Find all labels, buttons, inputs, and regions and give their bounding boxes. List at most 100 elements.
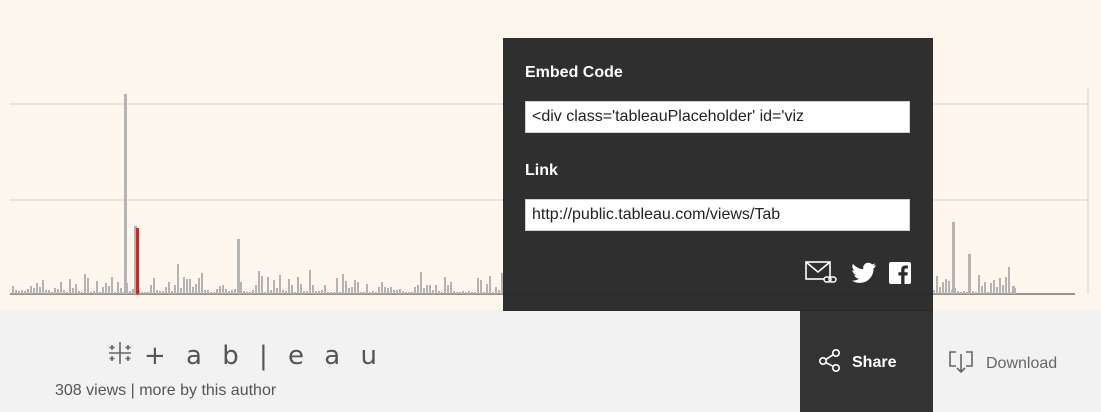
bar	[324, 285, 326, 294]
bar	[288, 279, 290, 294]
bar	[165, 287, 167, 294]
bar	[141, 292, 143, 294]
bar	[264, 292, 266, 294]
bar	[306, 291, 308, 294]
bar	[309, 270, 311, 294]
bar	[279, 275, 281, 294]
bar	[267, 277, 269, 294]
tableau-logo[interactable]: + a b | e a u	[106, 339, 383, 372]
bar	[978, 275, 980, 294]
bar	[237, 239, 240, 294]
bar	[81, 292, 83, 294]
bar	[972, 291, 974, 294]
bar	[942, 282, 944, 294]
bar	[60, 282, 62, 294]
bar	[75, 284, 77, 294]
bar	[408, 292, 410, 294]
bar	[966, 292, 968, 294]
share-tab[interactable]: Share	[800, 310, 933, 412]
embed-code-field[interactable]: <div class='tableauPlaceholder' id='viz	[525, 101, 910, 133]
bar	[24, 291, 26, 294]
bar	[285, 291, 287, 294]
bar	[27, 289, 29, 294]
views-count: 308 views	[55, 382, 127, 399]
more-by-author-link[interactable]: more by this author	[139, 382, 276, 399]
bar	[54, 288, 56, 294]
download-button[interactable]: Download	[948, 348, 1057, 379]
twitter-icon[interactable]	[851, 262, 877, 289]
bar	[117, 282, 119, 294]
bar	[1002, 285, 1004, 294]
highlight-bar	[136, 228, 139, 294]
bar	[15, 290, 17, 294]
bar	[96, 281, 98, 294]
bar	[51, 292, 53, 294]
bar	[120, 288, 122, 294]
bar	[255, 285, 257, 294]
bar	[483, 292, 485, 294]
bar	[153, 278, 155, 294]
bar	[402, 291, 404, 294]
bar	[396, 290, 398, 294]
share-label: Share	[852, 353, 897, 371]
bar	[276, 288, 278, 294]
bar	[393, 290, 395, 294]
bar	[66, 292, 68, 294]
bar	[63, 290, 65, 294]
bar	[87, 278, 89, 294]
bar	[177, 264, 179, 294]
bar	[984, 282, 986, 294]
tableau-cross-icon	[106, 339, 134, 372]
bar	[468, 291, 470, 294]
stats-separator: |	[130, 382, 135, 399]
bar	[249, 292, 251, 294]
bar	[48, 290, 50, 294]
bar	[363, 292, 365, 294]
bar	[84, 274, 86, 294]
bar	[474, 292, 476, 294]
bar	[294, 292, 296, 294]
bar	[261, 276, 263, 294]
bar	[144, 292, 146, 294]
bar	[102, 287, 104, 294]
facebook-icon[interactable]	[889, 262, 911, 289]
bar	[495, 287, 497, 294]
bar	[387, 288, 389, 294]
bar	[993, 280, 995, 294]
email-link-icon[interactable]	[805, 260, 839, 291]
bar	[939, 287, 941, 294]
bar	[12, 286, 14, 294]
bar	[996, 287, 998, 294]
bar	[210, 292, 212, 294]
bar	[162, 291, 164, 294]
bar	[207, 290, 209, 294]
bar	[357, 282, 359, 294]
bar	[201, 273, 203, 294]
share-panel: Embed Code <div class='tableauPlaceholde…	[503, 38, 933, 311]
bar	[45, 290, 47, 294]
bar	[981, 286, 983, 294]
bar	[381, 282, 383, 294]
bar	[21, 290, 23, 294]
bar	[72, 288, 74, 294]
share-button[interactable]: Share	[818, 348, 896, 377]
bar	[333, 292, 335, 294]
bar	[69, 279, 71, 294]
bar	[174, 285, 176, 294]
bar	[372, 291, 374, 294]
tableau-wordmark: + a b | e a u	[144, 340, 383, 371]
bar	[234, 289, 236, 294]
bar	[57, 289, 59, 294]
bar	[426, 285, 428, 294]
bar	[180, 288, 182, 294]
bar	[171, 291, 173, 294]
bar	[348, 288, 350, 294]
bar	[198, 278, 200, 294]
link-field[interactable]: http://public.tableau.com/views/Tab	[525, 199, 910, 231]
bar	[480, 280, 482, 294]
download-label: Download	[986, 354, 1058, 372]
bar	[375, 292, 377, 294]
bar	[99, 292, 101, 294]
bar	[300, 284, 302, 294]
bar	[78, 291, 80, 294]
